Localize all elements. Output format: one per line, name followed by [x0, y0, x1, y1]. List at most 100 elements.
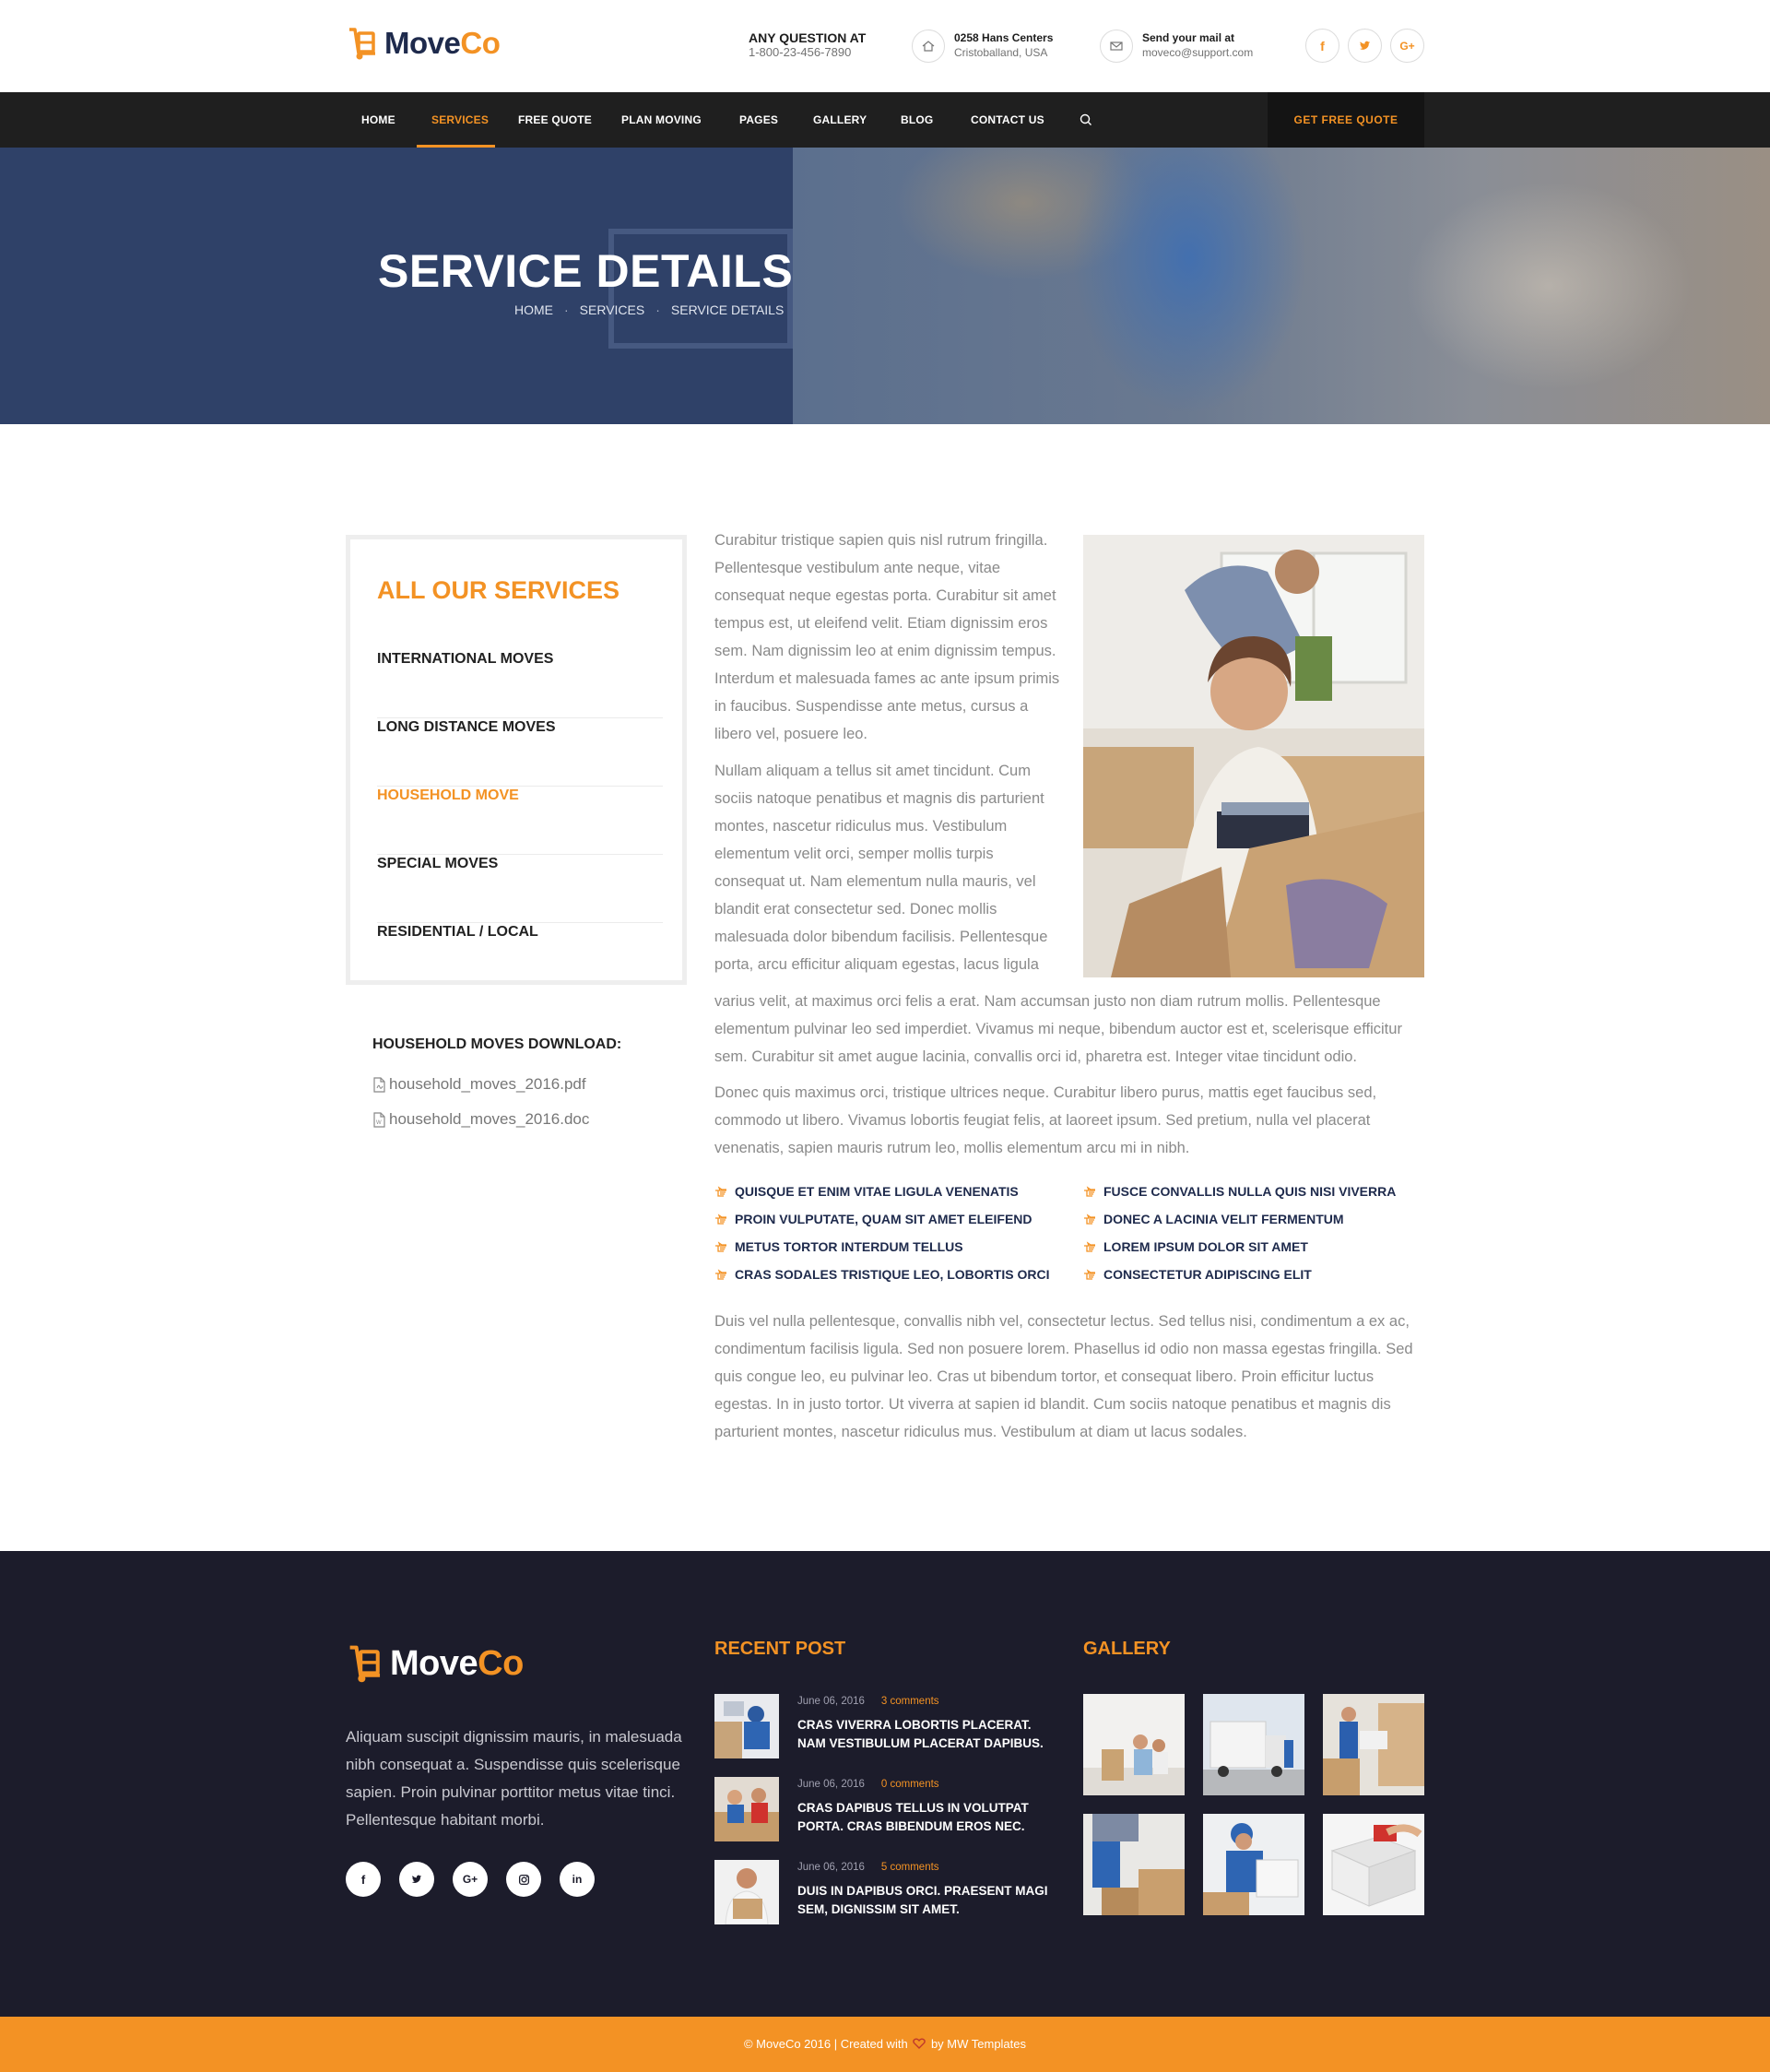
breadcrumb-separator: · — [655, 302, 660, 317]
pdf-file-icon — [373, 1076, 385, 1093]
post-comments-link[interactable]: 5 comments — [881, 1862, 939, 1873]
list-item: METUS TORTOR INTERDUM TELLUS — [714, 1239, 963, 1254]
list-item-text: LOREM IPSUM DOLOR SIT AMET — [1103, 1239, 1308, 1254]
breadcrumb-current: SERVICE DETAILS — [670, 302, 785, 317]
list-item-text: FUSCE CONVALLIS NULLA QUIS NISI VIVERRA — [1103, 1184, 1397, 1199]
breadcrumb-separator: · — [564, 302, 569, 317]
footer-logo[interactable]: MoveCo — [346, 1643, 524, 1684]
breadcrumb: HOME · SERVICES · SERVICE DETAILS — [514, 302, 784, 317]
list-item-text: METUS TORTOR INTERDUM TELLUS — [735, 1239, 963, 1254]
sidebar-item-special-moves[interactable]: SPECIAL MOVES — [377, 855, 663, 923]
nav-blog[interactable]: BLOG — [901, 92, 933, 148]
hand-pointer-icon — [1084, 1269, 1095, 1280]
hand-pointer-icon — [715, 1214, 726, 1225]
google-plus-icon[interactable]: G+ — [1390, 29, 1424, 63]
nav-pages[interactable]: PAGES — [739, 92, 778, 148]
hand-truck-logo-icon — [349, 28, 375, 60]
hand-pointer-icon — [715, 1186, 726, 1197]
nav-plan-moving[interactable]: PLAN MOVING — [621, 92, 702, 148]
address-info: 0258 Hans Centers Cristoballand, USA — [954, 30, 1053, 60]
nav-home[interactable]: HOME — [361, 92, 395, 148]
list-item: FUSCE CONVALLIS NULLA QUIS NISI VIVERRA — [1083, 1184, 1396, 1199]
post-date: June 06, 2016 — [797, 1779, 865, 1790]
recent-post-item[interactable]: June 06, 2016 5 comments DUIS IN DAPIBUS … — [714, 1860, 1056, 1924]
sidebar-item-residential-local[interactable]: RESIDENTIAL / LOCAL — [377, 923, 663, 991]
breadcrumb-home[interactable]: HOME — [514, 302, 553, 317]
facebook-icon[interactable]: f — [1305, 29, 1339, 63]
sidebar-item-international-moves[interactable]: INTERNATIONAL MOVES — [377, 650, 663, 718]
download-doc-link[interactable]: W household_moves_2016.doc — [372, 1110, 589, 1129]
post-comments-link[interactable]: 3 comments — [881, 1696, 939, 1707]
post-title[interactable]: CRAS DAPIBUS TELLUS IN VOLUTPAT PORTA. C… — [797, 1799, 1060, 1836]
services-sidebar: ALL OUR SERVICES INTERNATIONAL MOVES LON… — [346, 535, 687, 985]
post-title[interactable]: CRAS VIVERRA LOBORTIS PLACERAT. NAM VEST… — [797, 1716, 1060, 1753]
breadcrumb-services[interactable]: SERVICES — [580, 302, 645, 317]
list-item: CONSECTETUR ADIPISCING ELIT — [1083, 1267, 1312, 1282]
copyright-text: © MoveCo 2016 | Created with — [743, 2037, 908, 2051]
list-item-text: PROIN VULPUTATE, QUAM SIT AMET ELEIFEND — [735, 1212, 1032, 1226]
gallery-thumbnail[interactable] — [1083, 1694, 1185, 1795]
sidebar-item-label: RESIDENTIAL / LOCAL — [377, 924, 538, 940]
gallery-thumbnail[interactable] — [1323, 1814, 1424, 1915]
hand-pointer-icon — [715, 1269, 726, 1280]
phone-number[interactable]: 1-800-23-456-7890 — [749, 45, 866, 60]
post-title[interactable]: DUIS IN DAPIBUS ORCI. PRAESENT MAGI SEM,… — [797, 1882, 1060, 1919]
post-meta: June 06, 2016 3 comments — [797, 1696, 939, 1707]
mail-label: Send your mail at — [1142, 31, 1235, 44]
download-pdf-link[interactable]: household_moves_2016.pdf — [372, 1075, 586, 1094]
body-paragraph-4: Duis vel nulla pellentesque, convallis n… — [714, 1313, 1413, 1440]
post-meta: June 06, 2016 0 comments — [797, 1779, 939, 1790]
recent-post-item[interactable]: June 06, 2016 0 comments CRAS DAPIBUS TEL… — [714, 1777, 1056, 1841]
facebook-icon[interactable]: f — [346, 1862, 381, 1897]
nav-free-quote[interactable]: FREE QUOTE — [518, 92, 592, 148]
mail-address[interactable]: moveco@support.com — [1142, 45, 1253, 60]
post-thumbnail[interactable] — [714, 1694, 779, 1758]
list-item: PROIN VULPUTATE, QUAM SIT AMET ELEIFEND — [714, 1212, 1032, 1226]
hero-background-photo — [793, 148, 1770, 424]
sidebar-item-long-distance-moves[interactable]: LONG DISTANCE MOVES — [377, 718, 663, 787]
sidebar-item-label: INTERNATIONAL MOVES — [377, 651, 554, 667]
body-paragraph-2a: Nullam aliquam a tellus sit amet tincidu… — [714, 763, 1048, 973]
page-hero-banner — [0, 148, 1770, 424]
sidebar-item-label: LONG DISTANCE MOVES — [377, 719, 556, 735]
linkedin-icon[interactable]: in — [560, 1862, 595, 1897]
mail-icon — [1100, 30, 1133, 63]
footer-about-text: Aliquam suscipit dignissim mauris, in ma… — [346, 1728, 682, 1829]
post-thumbnail[interactable] — [714, 1777, 779, 1841]
post-comments-link[interactable]: 0 comments — [881, 1779, 939, 1790]
nav-contact-us[interactable]: CONTACT US — [971, 92, 1044, 148]
nav-services[interactable]: SERVICES — [431, 92, 489, 148]
home-icon — [912, 30, 945, 63]
instagram-icon[interactable] — [506, 1862, 541, 1897]
copyright-credit[interactable]: by MW Templates — [931, 2037, 1026, 2051]
list-item: CRAS SODALES TRISTIQUE LEO, LOBORTIS ORC… — [714, 1267, 1049, 1282]
gallery-thumbnail[interactable] — [1203, 1814, 1304, 1915]
nav-gallery[interactable]: GALLERY — [813, 92, 867, 148]
google-plus-icon[interactable]: G+ — [453, 1862, 488, 1897]
post-thumbnail[interactable] — [714, 1860, 779, 1924]
question-label: ANY QUESTION AT — [749, 30, 867, 45]
hand-pointer-icon — [1084, 1241, 1095, 1252]
twitter-icon[interactable] — [1348, 29, 1382, 63]
list-item: QUISQUE ET ENIM VITAE LIGULA VENENATIS — [714, 1184, 1019, 1199]
sidebar-item-label: SPECIAL MOVES — [377, 856, 499, 871]
post-date: June 06, 2016 — [797, 1696, 865, 1707]
gallery-thumbnail[interactable] — [1203, 1694, 1304, 1795]
gallery-thumbnail[interactable] — [1323, 1694, 1424, 1795]
gallery-thumbnail[interactable] — [1083, 1814, 1185, 1915]
sidebar-item-label: HOUSEHOLD MOVE — [377, 787, 519, 803]
twitter-icon[interactable] — [399, 1862, 434, 1897]
post-date: June 06, 2016 — [797, 1862, 865, 1873]
recent-post-item[interactable]: June 06, 2016 3 comments CRAS VIVERRA LOB… — [714, 1694, 1056, 1758]
list-item-text: DONEC A LACINIA VELIT FERMENTUM — [1103, 1212, 1344, 1226]
doc-file-icon: W — [373, 1111, 385, 1128]
list-item-text: CRAS SODALES TRISTIQUE LEO, LOBORTIS ORC… — [735, 1267, 1050, 1282]
main-navigation: HOME SERVICES FREE QUOTE PLAN MOVING PAG… — [0, 92, 1770, 148]
hand-pointer-icon — [1084, 1214, 1095, 1225]
footer-logo-wordmark: MoveCo — [390, 1643, 524, 1683]
site-logo[interactable]: MoveCo — [346, 26, 501, 61]
get-free-quote-button[interactable]: GET FREE QUOTE — [1268, 92, 1424, 148]
sidebar-item-household-move[interactable]: HOUSEHOLD MOVE — [377, 787, 663, 855]
search-icon[interactable] — [1079, 112, 1093, 127]
hand-truck-logo-icon — [349, 1645, 381, 1683]
